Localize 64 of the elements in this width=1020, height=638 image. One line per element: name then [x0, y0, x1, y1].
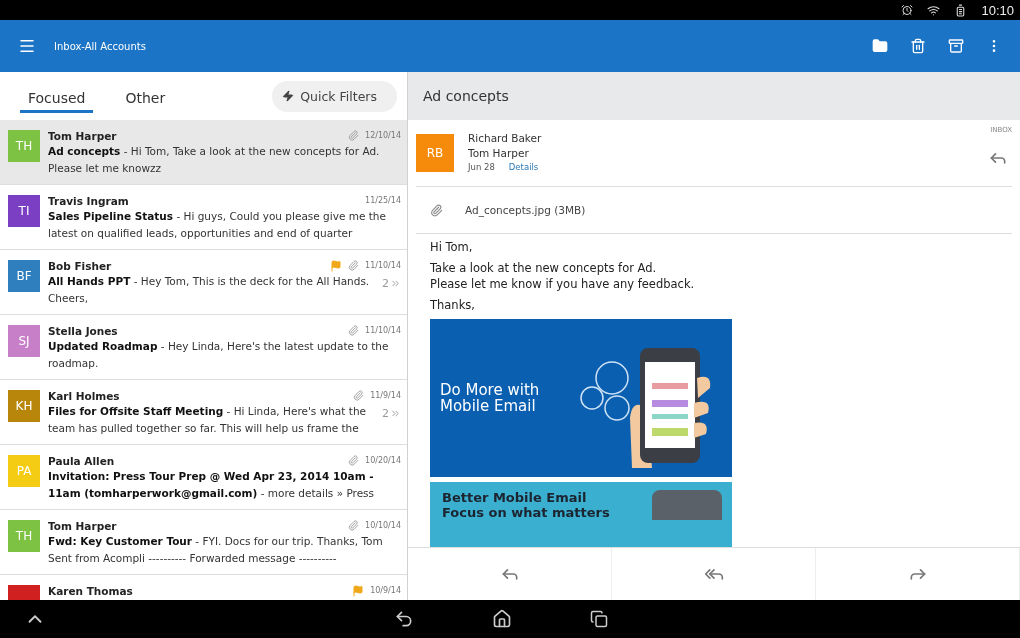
trash-icon [910, 38, 926, 54]
sender-name: Richard Baker [468, 132, 543, 144]
avatar: KH [8, 390, 40, 422]
avatar: TH [8, 520, 40, 552]
avatar: TH [8, 130, 40, 162]
message-preview: All Hands PPT - Hey Tom, This is the deck for the All Hands. Cheers, [48, 274, 371, 306]
sender-name: Paula Allen [48, 454, 116, 467]
message-date: 11/25/14 [365, 196, 401, 205]
avatar: TI [8, 195, 40, 227]
message-date: 11/9/14 [370, 391, 401, 400]
wifi-icon [927, 3, 941, 17]
thread-count: 2 [382, 407, 389, 420]
archive-icon [948, 38, 964, 54]
lightning-icon [282, 90, 295, 102]
sender-name: Tom Harper [48, 519, 118, 532]
sender-name: Karen Thomas [48, 584, 134, 597]
message-preview: Updated Roadmap - Hey Linda, Here's the latest update to the roadmap. [48, 339, 390, 371]
sender-name: Karl Holmes [48, 389, 121, 402]
message-date: 10/10/14 [365, 521, 401, 530]
message-date: 12/10/14 [365, 131, 401, 140]
tab[interactable]: Focused [20, 79, 94, 113]
phone-drawing [652, 490, 722, 520]
body-text: Thanks, [430, 297, 476, 313]
message-preview: Sales Pipeline Status - Hi guys, Could you please give me the latest on qualified leads, opportunities and end of quarter [48, 209, 387, 241]
sender-name: Tom Harper [48, 129, 118, 142]
details-link[interactable]: Details [508, 162, 539, 172]
recipient-name: Tom Harper [468, 147, 530, 159]
message-date: Jun 28 [468, 162, 495, 172]
back-icon [394, 609, 414, 629]
thread-count: 2 [382, 277, 389, 290]
menu-icon [18, 37, 36, 55]
body-text: Take a look at the new concepts for Ad. Please let me know if you have any feedback. [430, 260, 696, 292]
quick-filters-button[interactable]: Quick Filters [272, 80, 397, 112]
message-preview: Files for Offsite Staff Meeting - Hi Linda, Here's what the team has pulled together so far. This will help us frame the [48, 404, 367, 436]
message-date: 10/20/14 [365, 456, 401, 465]
avatar: BF [8, 260, 40, 292]
message-preview: Invitation: Press Tour Prep @ Wed Apr 23, 2014 10am - 11am (tomharperwork@gmail.com) - more details » Press [48, 469, 376, 501]
avatar: RB [416, 134, 454, 172]
message-date: 10/9/14 [370, 586, 401, 595]
banner-tagline: Better Mobile Email Focus on what matters [442, 490, 610, 520]
alarm-icon [901, 4, 914, 16]
clock-time: 10:10 [981, 2, 1014, 18]
chevrons-icon [390, 278, 401, 289]
tab[interactable]: Other [117, 79, 174, 113]
avatar: PA [8, 455, 40, 487]
attachment-name[interactable]: Ad_concepts.jpg (3MB) [465, 204, 586, 216]
paperclip-icon [430, 203, 443, 217]
message-date: 11/10/14 [365, 261, 401, 270]
body-text: Hi Tom, [430, 239, 474, 255]
sender-name: Stella Jones [48, 324, 119, 337]
banner-headline: Do More with Mobile Email [440, 382, 540, 414]
message-preview: Ad concepts - Hi Tom, Take a look at the new concepts for Ad. Please let me knowzz [48, 144, 381, 176]
home-icon [492, 609, 512, 629]
app-title: Inbox-All Accounts [54, 40, 147, 52]
chevrons-icon [390, 408, 401, 419]
recent-apps-icon [590, 610, 608, 628]
sender-name: Travis Ingram [48, 194, 130, 207]
message-date: 11/10/14 [365, 326, 401, 335]
sender-name: Bob Fisher [48, 259, 113, 272]
message-row[interactable]: TH Tom Harper 12/10/14 Ad concepts - Hi Tom, Take a look at the new concepts for Ad. Please let me knowzz [0, 120, 407, 185]
subject-header: Ad concepts [408, 72, 1020, 120]
avatar: SJ [8, 325, 40, 357]
folder-icon [872, 38, 888, 54]
message-preview: Fwd: Key Customer Tour - FYI. Docs for our trip. Thanks, Tom Sent from Acompli ---------- Forwarded message ---------- [48, 534, 384, 566]
